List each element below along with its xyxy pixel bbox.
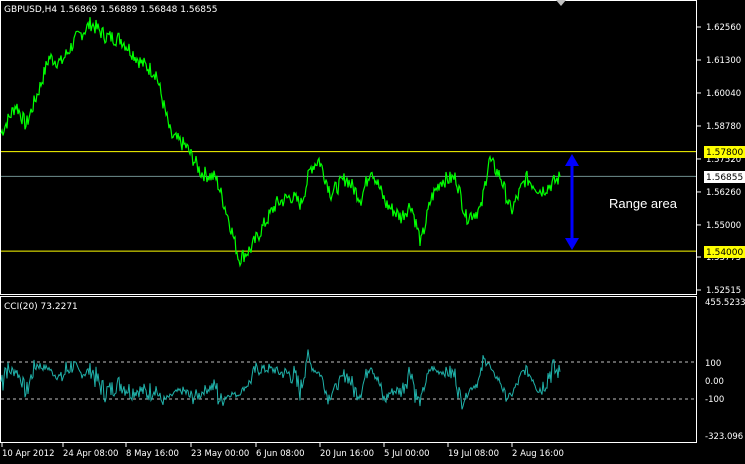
time-tick-label: 8 May 16:00: [126, 449, 179, 459]
price-tick-label: 1.56260: [706, 188, 741, 198]
level-label-lower: 1.54000: [704, 246, 745, 258]
time-tick-label: 2 Aug 16:00: [512, 449, 564, 459]
price-tick-label: 1.61300: [706, 56, 741, 66]
svg-text:1.57800: 1.57800: [706, 148, 743, 158]
price-tick-label: 1.52515: [706, 286, 741, 296]
price-tick-label: 1.58780: [706, 122, 741, 132]
svg-text:455.5233: 455.5233: [705, 298, 745, 308]
svg-text:1.56855: 1.56855: [706, 173, 743, 183]
symbol-info: GBPUSD,H4 1.56869 1.56889 1.56848 1.5685…: [4, 5, 217, 15]
shift-marker-icon[interactable]: [556, 0, 566, 6]
cci-series: [0, 349, 561, 410]
price-tick-label: 1.60040: [706, 89, 741, 99]
price-tick-label: 1.62560: [706, 23, 741, 33]
time-tick-label: 19 Jul 08:00: [448, 449, 499, 459]
time-tick-label: 6 Jun 08:00: [256, 449, 305, 459]
indicator-frame: [0, 296, 697, 443]
time-tick-label: 23 May 00:00: [191, 449, 249, 459]
price-tick-label: 1.55000: [706, 221, 741, 231]
svg-text:1.54000: 1.54000: [706, 248, 743, 258]
svg-text:100: 100: [705, 359, 721, 369]
svg-text:0.00: 0.00: [705, 377, 724, 387]
terminal-chart-window: Range area GBPUSD,H4 1.56869 1.56889 1.5…: [0, 0, 745, 464]
indicator-title: CCI(20) 73.2271: [4, 302, 78, 312]
range-arrow[interactable]: [565, 154, 579, 250]
main-chart-frame: [0, 0, 697, 295]
svg-text:-323.096: -323.096: [705, 432, 743, 442]
bid-label: 1.56855: [704, 171, 745, 183]
range-annotation: Range area: [609, 196, 678, 211]
time-tick-label: 24 Apr 08:00: [63, 449, 118, 459]
time-tick-label: 20 Jun 16:00: [320, 449, 374, 459]
time-tick-label: 10 Apr 2012: [2, 449, 55, 459]
indicator-scale: 455.5233 100 0.00 -100 -323.096: [705, 298, 745, 442]
time-axis: 10 Apr 2012 24 Apr 08:00 8 May 16:00 23 May…: [1, 443, 564, 459]
price-series: [0, 17, 561, 268]
time-tick-label: 5 Jul 00:00: [384, 449, 430, 459]
chart-canvas[interactable]: Range area GBPUSD,H4 1.56869 1.56889 1.5…: [0, 0, 745, 464]
level-label-upper: 1.57800: [704, 146, 745, 158]
svg-text:-100: -100: [705, 395, 724, 405]
